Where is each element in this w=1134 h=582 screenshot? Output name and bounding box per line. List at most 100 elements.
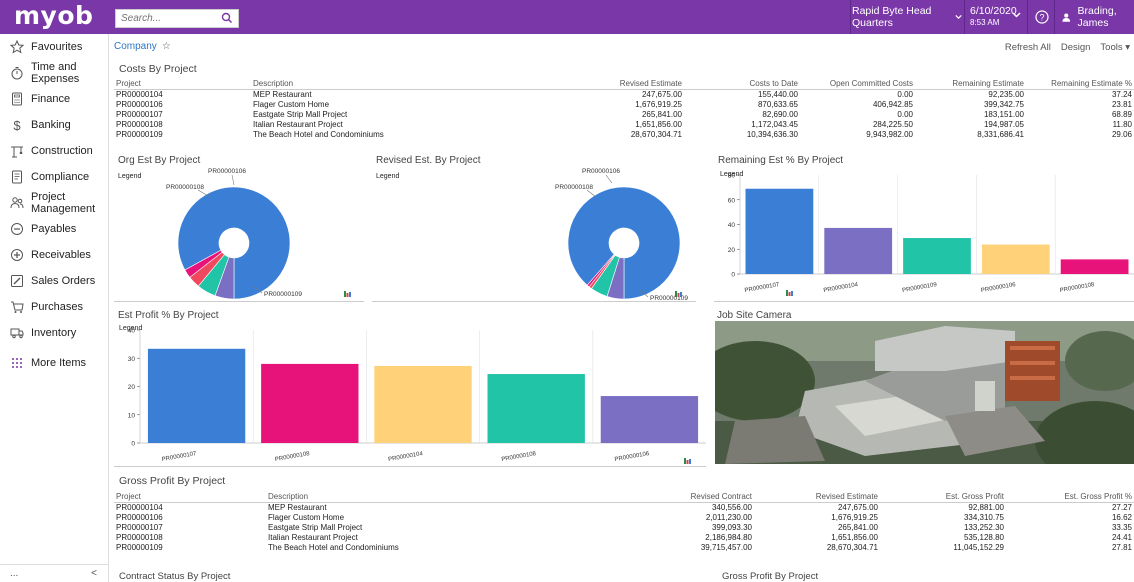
chart-type-icon[interactable] — [344, 291, 351, 297]
description-link[interactable]: MEP Restaurant — [251, 89, 516, 99]
sidebar-item-project-management[interactable]: Project Management — [0, 191, 109, 215]
column-header[interactable]: Remaining Estimate — [915, 78, 1026, 90]
description-link[interactable]: Italian Restaurant Project — [251, 119, 516, 129]
column-header[interactable]: Description — [251, 78, 516, 90]
project-link[interactable]: PR00000108 — [114, 119, 251, 129]
amount-link[interactable]: 0.00 — [800, 109, 915, 119]
sidebar-item-payables[interactable]: Payables — [0, 217, 109, 241]
search-box[interactable] — [115, 9, 239, 28]
column-header[interactable]: Revised Estimate — [516, 78, 684, 90]
description-link[interactable]: Italian Restaurant Project — [266, 532, 576, 542]
sidebar-item-time-and-expenses[interactable]: Time and Expenses — [0, 61, 109, 85]
description-link[interactable]: The Beach Hotel and Condominiums — [251, 129, 516, 139]
sidebar-item-inventory[interactable]: Inventory — [0, 321, 109, 345]
description-link[interactable]: Flager Custom Home — [266, 512, 576, 522]
breadcrumb-company-link[interactable]: Company — [114, 41, 157, 52]
pie-label: PR00000108 — [555, 184, 593, 191]
sidebar-item-more-items[interactable]: More Items — [0, 351, 109, 375]
sidebar-item-compliance[interactable]: Compliance — [0, 165, 109, 189]
table-cell: 1,651,856.00 — [635, 119, 682, 129]
column-header[interactable]: Remaining Estimate % — [1026, 78, 1134, 90]
gross-profit-table: Project Description Revised Contract Revise… — [114, 491, 1134, 552]
chart-type-icon[interactable] — [675, 291, 682, 297]
search-icon[interactable] — [221, 12, 233, 24]
bar[interactable] — [261, 363, 359, 443]
tools-menu[interactable]: Tools ▾ — [1100, 42, 1130, 53]
description-link[interactable]: MEP Restaurant — [266, 502, 576, 512]
user-icon — [1062, 13, 1071, 22]
column-header[interactable]: Est. Gross Profit % — [1006, 491, 1134, 503]
design-button[interactable]: Design — [1061, 42, 1091, 53]
column-header[interactable]: Description — [266, 491, 576, 503]
description-link[interactable]: Eastgate Strip Mall Project — [266, 522, 576, 532]
sidebar-item-label: Favourites — [31, 41, 83, 53]
column-header[interactable]: Open Committed Costs — [800, 78, 915, 90]
org-est-pie-chart: PR00000106 PR00000108 PR00000109 — [166, 168, 351, 300]
amount-link[interactable]: 0.00 — [800, 89, 915, 99]
dollar-icon: $ — [13, 118, 21, 132]
collapse-sidebar-icon[interactable]: < — [91, 568, 97, 579]
crane-icon — [11, 146, 23, 158]
pie-label: PR00000109 — [264, 291, 302, 298]
sidebar-item-finance[interactable]: Finance — [0, 87, 109, 111]
column-header[interactable]: Revised Contract — [576, 491, 754, 503]
amount-link[interactable]: 284,225.50 — [800, 119, 915, 129]
user-menu[interactable]: Brading, James — [1062, 0, 1134, 34]
job-site-camera-panel: Job Site Camera — [714, 310, 1134, 467]
table-row: PR00000108 Italian Restaurant Project 2,18… — [114, 532, 1134, 542]
description-link[interactable]: The Beach Hotel and Condominiums — [266, 542, 576, 552]
project-link[interactable]: PR00000107 — [114, 522, 266, 532]
sidebar-item-banking[interactable]: $ Banking — [0, 113, 109, 137]
bar[interactable] — [745, 188, 814, 274]
amount-link[interactable]: 9,943,982.00 — [800, 129, 915, 139]
company-selector[interactable]: Rapid Byte Head Quarters — [852, 0, 962, 34]
more-dots-icon[interactable]: ... — [10, 568, 18, 579]
sidebar-item-construction[interactable]: Construction — [0, 139, 109, 163]
bar[interactable] — [147, 348, 246, 443]
bar[interactable] — [487, 374, 585, 443]
favourite-star-icon[interactable]: ☆ — [162, 41, 171, 52]
table-cell: 27.81 — [1111, 542, 1132, 552]
chart-type-icon[interactable] — [684, 458, 691, 464]
description-link[interactable]: Eastgate Strip Mall Project — [251, 109, 516, 119]
sidebar-item-purchases[interactable]: Purchases — [0, 295, 109, 319]
project-link[interactable]: PR00000108 — [114, 532, 266, 542]
column-header[interactable]: Project — [114, 491, 266, 503]
project-link[interactable]: PR00000109 — [114, 129, 251, 139]
bar[interactable] — [1060, 259, 1129, 274]
table-cell: 24.41 — [1111, 532, 1132, 542]
chart-type-icon[interactable] — [786, 290, 793, 296]
project-link[interactable]: PR00000106 — [114, 512, 266, 522]
date-time-selector[interactable]: 6/10/2020 8:53 AM — [970, 6, 1017, 28]
project-link[interactable]: PR00000106 — [114, 99, 251, 109]
description-link[interactable]: Flager Custom Home — [251, 99, 516, 109]
table-cell: 28,670,304.71 — [630, 129, 682, 139]
search-input[interactable] — [116, 10, 216, 27]
refresh-all-button[interactable]: Refresh All — [1005, 42, 1051, 53]
project-link[interactable]: PR00000109 — [114, 542, 266, 552]
project-link[interactable]: PR00000104 — [114, 89, 251, 99]
help-icon[interactable]: ? — [1035, 10, 1049, 24]
sidebar-item-favourites[interactable]: Favourites — [0, 35, 109, 59]
amount-link[interactable]: 406,942.85 — [800, 99, 915, 109]
column-header[interactable]: Project — [114, 78, 251, 90]
sidebar-item-receivables[interactable]: Receivables — [0, 243, 109, 267]
column-header[interactable]: Revised Estimate — [754, 491, 880, 503]
myob-logo[interactable]: myob — [14, 3, 93, 29]
bar[interactable] — [903, 238, 971, 274]
minus-circle-icon — [11, 223, 23, 235]
bar[interactable] — [374, 365, 472, 443]
project-link[interactable]: PR00000107 — [114, 109, 251, 119]
table-cell: 183,151.00 — [983, 109, 1024, 119]
remaining-est-bar-chart: 0 20 40 60 80 PR00000107 PR00000104 PR00000109 P… — [728, 173, 1134, 296]
column-header[interactable]: Costs to Date — [684, 78, 800, 90]
costs-by-project-table: Project Description Revised Estimate Costs … — [114, 78, 1134, 139]
column-header[interactable]: Est. Gross Profit — [880, 491, 1006, 503]
table-cell: 194,987.05 — [983, 119, 1024, 129]
chevron-down-icon[interactable] — [1012, 12, 1021, 18]
sidebar-item-sales-orders[interactable]: Sales Orders — [0, 269, 109, 293]
bar[interactable] — [981, 244, 1050, 274]
project-link[interactable]: PR00000104 — [114, 502, 266, 512]
bar[interactable] — [824, 227, 893, 274]
bar[interactable] — [600, 396, 699, 443]
